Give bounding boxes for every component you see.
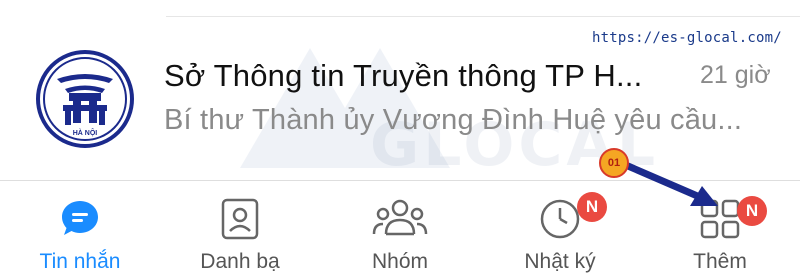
nav-label-messages: Tin nhắn bbox=[39, 250, 121, 273]
group-icon bbox=[372, 199, 428, 236]
chat-preview: Bí thư Thành ủy Vương Đình Huệ yêu cầu..… bbox=[164, 104, 743, 136]
nav-item-contacts[interactable]: Danh bạ bbox=[160, 182, 320, 278]
top-divider bbox=[166, 16, 800, 17]
chat-time: 21 giờ bbox=[700, 61, 771, 89]
nav-label-more: Thêm bbox=[693, 250, 747, 273]
nav-item-groups[interactable]: Nhóm bbox=[320, 182, 480, 278]
nav-item-messages[interactable]: Tin nhắn bbox=[0, 182, 160, 278]
chat-name: Sở Thông tin Truyền thông TP H... bbox=[164, 58, 643, 93]
ha-noi-emblem-icon: HÀ NỘI bbox=[36, 50, 134, 148]
step-marker: 01 bbox=[599, 148, 629, 178]
notification-badge-timeline: N bbox=[577, 192, 607, 222]
watermark-url: https://es-glocal.com/ bbox=[592, 30, 782, 46]
contact-card-icon bbox=[221, 198, 259, 240]
chat-bubble-icon bbox=[62, 201, 98, 235]
nav-label-groups: Nhóm bbox=[371, 250, 429, 273]
nav-label-timeline: Nhật ký bbox=[524, 250, 596, 273]
notification-badge-more: N bbox=[737, 196, 767, 226]
nav-label-contacts: Danh bạ bbox=[200, 250, 280, 273]
clock-icon bbox=[540, 199, 580, 239]
emblem-text: HÀ NỘI bbox=[73, 128, 98, 137]
